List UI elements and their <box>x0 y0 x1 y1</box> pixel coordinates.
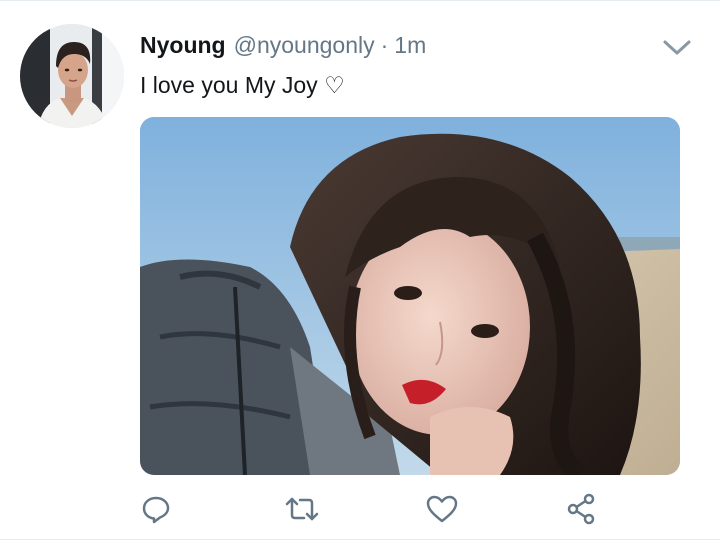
display-name[interactable]: Nyoung <box>140 30 226 60</box>
avatar[interactable] <box>20 24 124 128</box>
reply-icon[interactable] <box>138 492 174 526</box>
separator-dot: · <box>380 32 389 58</box>
action-bar <box>0 492 720 526</box>
tweet-header: Nyoung @nyoungonly · 1m <box>140 30 426 60</box>
photo-image <box>140 117 680 475</box>
avatar-image <box>20 24 124 128</box>
heart-icon[interactable] <box>424 492 460 526</box>
tweet-text: I love you My Joy ♡ <box>140 72 345 98</box>
user-handle[interactable]: @nyoungonly <box>234 30 375 60</box>
retweet-icon[interactable] <box>284 492 320 526</box>
tweet-media-photo[interactable] <box>140 117 680 475</box>
top-divider <box>0 0 720 1</box>
share-icon[interactable] <box>564 492 600 526</box>
timestamp[interactable]: 1m <box>394 30 426 60</box>
bottom-divider <box>0 539 720 540</box>
tweet-card[interactable]: Nyoung @nyoungonly · 1m I love you My Jo… <box>0 0 720 546</box>
chevron-down-icon[interactable] <box>660 36 694 60</box>
